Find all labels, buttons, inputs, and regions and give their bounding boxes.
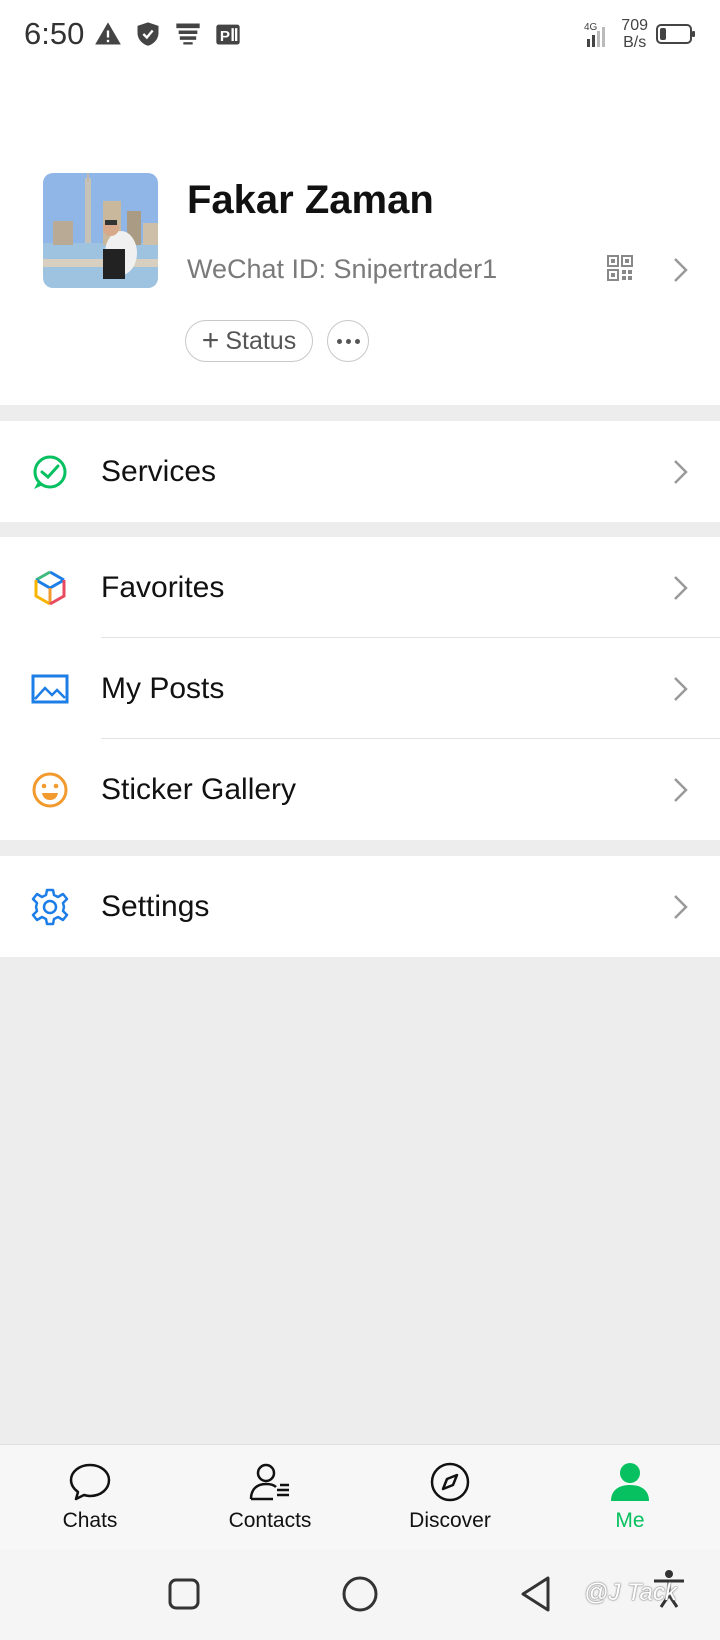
gear-icon <box>31 888 69 926</box>
settings-group: Settings <box>0 856 720 957</box>
chevron-right-icon <box>674 895 688 919</box>
notification-icons: P <box>94 20 242 48</box>
desktop-icon <box>176 23 201 45</box>
more-dots-icon <box>336 338 342 344</box>
image-icon <box>31 674 69 704</box>
more-button[interactable] <box>327 320 369 362</box>
plus-icon: + <box>201 324 220 357</box>
tab-discover-label: Discover <box>409 1509 491 1532</box>
svg-text:4G: 4G <box>584 22 598 33</box>
svg-text:P: P <box>220 28 230 45</box>
network-speed: 709 B/s <box>621 17 648 51</box>
favorites-label: Favorites <box>101 570 225 604</box>
recent-apps-icon[interactable] <box>163 1573 205 1615</box>
watermark: @J Tack <box>584 1579 677 1606</box>
wechat-id: WeChat ID: Snipertrader1 <box>187 254 498 284</box>
status-button-label: Status <box>225 326 297 355</box>
tab-contacts[interactable]: Contacts <box>180 1445 360 1549</box>
tab-contacts-label: Contacts <box>228 1509 312 1532</box>
tab-chats[interactable]: Chats <box>0 1445 180 1549</box>
chevron-right-icon <box>674 778 688 802</box>
chevron-right-icon <box>674 677 688 701</box>
shield-icon <box>137 22 159 46</box>
qr-code-icon[interactable] <box>606 254 634 282</box>
services-group: Services <box>0 421 720 522</box>
avatar-photo <box>43 173 158 288</box>
settings-label: Settings <box>101 889 210 923</box>
profile-header[interactable]: Fakar Zaman WeChat ID: Snipertrader1 + S… <box>0 68 720 405</box>
services-icon <box>33 455 67 489</box>
my-posts-label: My Posts <box>101 671 225 705</box>
content-group: Favorites My Posts Sticker Gallery <box>0 537 720 840</box>
parking-icon: P <box>216 24 241 45</box>
status-right: 4G 709 B/s <box>583 17 696 51</box>
system-navigation-bar: @J Tack <box>0 1549 720 1640</box>
network-speed-value: 709 <box>621 17 648 34</box>
chevron-right-icon <box>674 576 688 600</box>
tab-discover[interactable]: Discover <box>360 1445 540 1549</box>
status-time: 6:50 <box>24 16 85 51</box>
home-icon[interactable] <box>339 1573 381 1615</box>
compass-icon <box>430 1462 470 1502</box>
tab-me-label: Me <box>615 1509 645 1532</box>
chevron-right-icon <box>674 460 688 484</box>
warning-icon <box>95 22 122 45</box>
chevron-right-icon[interactable] <box>672 256 690 284</box>
menu-item-services[interactable]: Services <box>0 421 720 522</box>
services-label: Services <box>101 454 217 488</box>
contacts-icon <box>249 1463 289 1501</box>
smiley-icon <box>32 772 68 808</box>
status-bar: 6:50 P 4G 709 B/s <box>0 0 720 68</box>
back-icon[interactable] <box>515 1573 557 1615</box>
profile-name: Fakar Zaman <box>187 178 434 222</box>
favorites-cube-icon <box>34 570 66 606</box>
menu-item-sticker-gallery[interactable]: Sticker Gallery <box>0 739 720 840</box>
avatar[interactable] <box>43 173 158 288</box>
network-speed-unit: B/s <box>623 34 647 51</box>
battery-icon <box>656 24 695 44</box>
add-status-button[interactable]: + Status <box>185 320 313 362</box>
person-icon <box>611 1463 649 1501</box>
tab-chats-label: Chats <box>62 1509 118 1532</box>
tab-me[interactable]: Me <box>540 1445 720 1549</box>
sticker-gallery-label: Sticker Gallery <box>101 772 297 806</box>
menu-item-favorites[interactable]: Favorites <box>0 537 720 638</box>
menu-item-settings[interactable]: Settings <box>0 856 720 957</box>
signal-icon: 4G <box>584 22 606 47</box>
menu-item-my-posts[interactable]: My Posts <box>0 638 720 739</box>
bottom-tab-bar: Chats Contacts Discover Me <box>0 1444 720 1549</box>
chat-bubble-icon <box>69 1463 111 1501</box>
